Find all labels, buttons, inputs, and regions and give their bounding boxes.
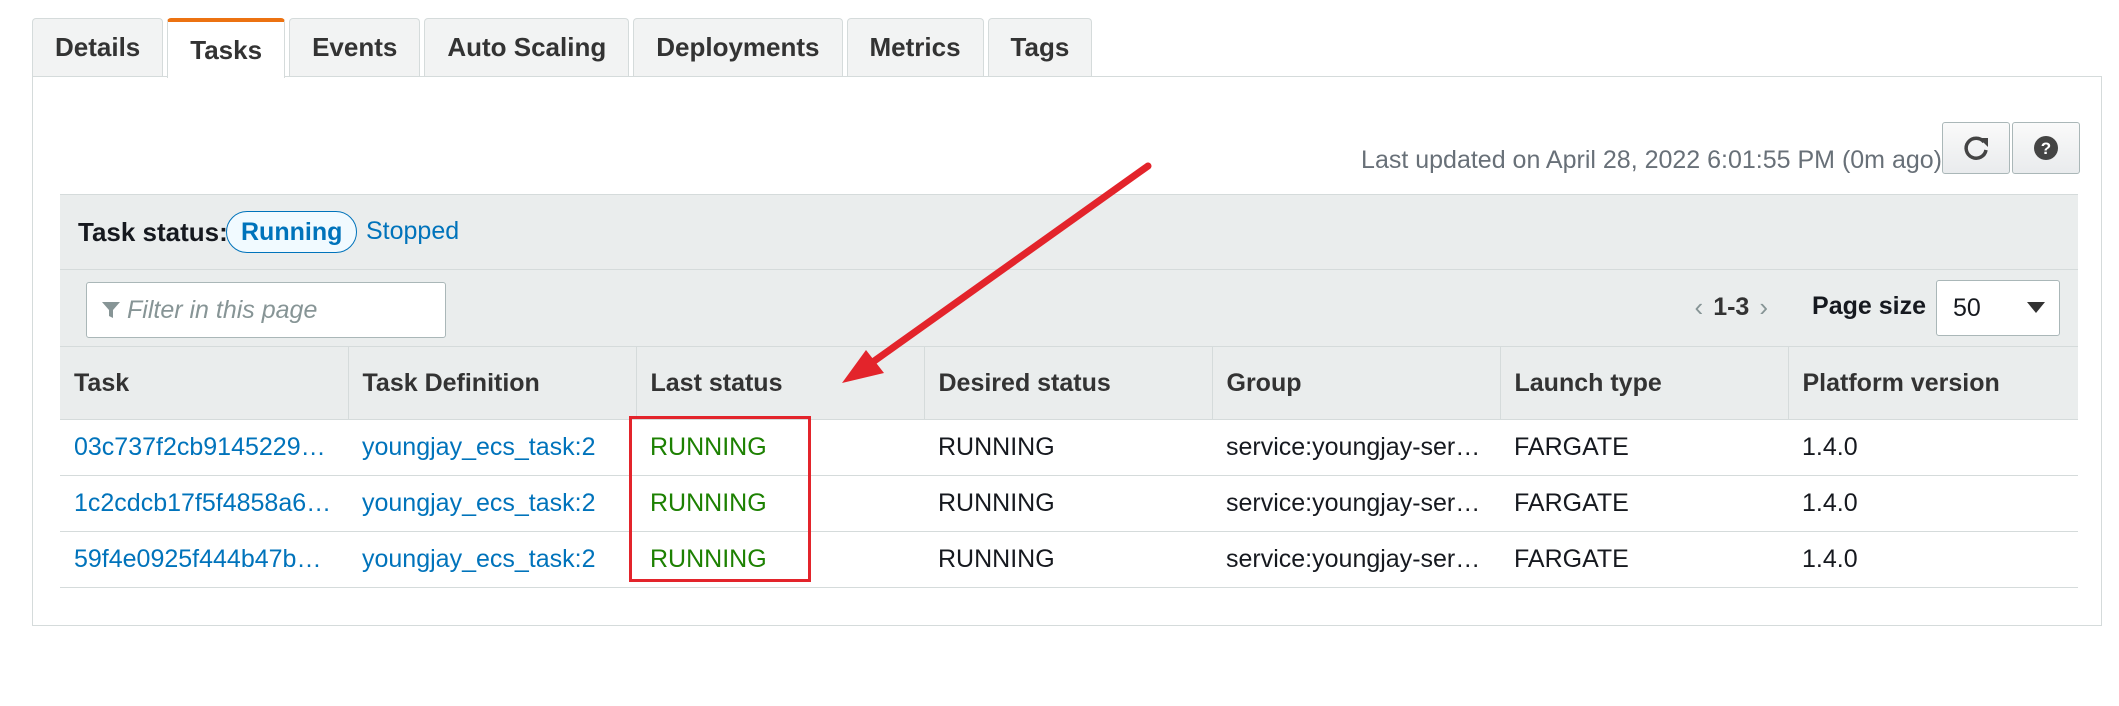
annotation-arrow — [842, 162, 1152, 383]
tab-tasks[interactable]: Tasks — [167, 18, 286, 78]
